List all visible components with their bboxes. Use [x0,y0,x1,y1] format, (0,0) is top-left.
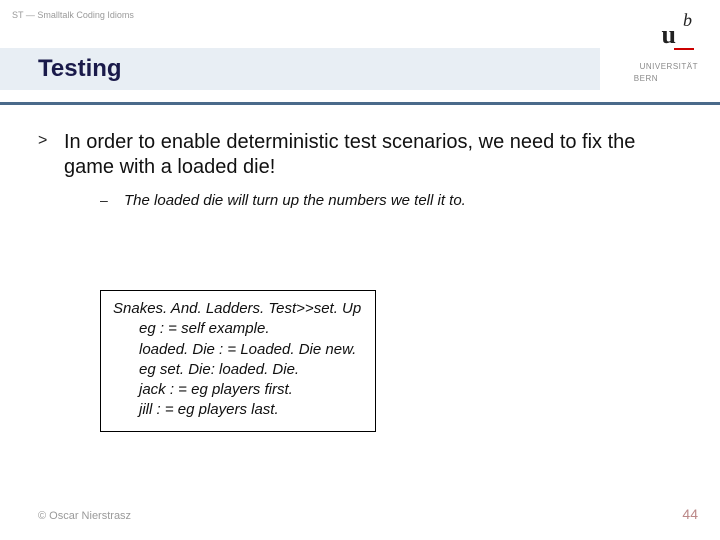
logo-text-universitat: UNIVERSITÄT [640,62,698,71]
logo-red-bar [674,48,694,50]
sub-bullet-text: The loaded die will turn up the numbers … [124,192,466,209]
code-line: eg : = self example. [113,319,361,339]
slide-body: > In order to enable deterministic test … [38,130,690,209]
slide-title: Testing [38,55,122,83]
bullet-marker: > [38,130,64,150]
logo-text-bern: BERN [634,74,658,83]
title-band: Testing [0,48,600,90]
bullet-text: In order to enable deterministic test sc… [64,130,690,180]
logo-letter-b: b [683,10,692,31]
code-line: jack : = eg players first. [113,380,361,400]
sub-bullet-marker: – [100,192,124,208]
main-bullet: > In order to enable deterministic test … [38,130,690,180]
code-snippet: Snakes. And. Ladders. Test>>set. Up eg :… [100,290,376,432]
code-line: jill : = eg players last. [113,400,361,420]
page-number: 44 [682,506,698,522]
logo-letter-u: u [662,20,676,50]
university-logo: b u UNIVERSITÄT BERN [600,0,720,105]
code-line: eg set. Die: loaded. Die. [113,360,361,380]
sub-bullet: – The loaded die will turn up the number… [100,192,690,209]
title-underline [0,102,720,105]
copyright: © Oscar Nierstrasz [38,510,131,522]
code-line: Snakes. And. Ladders. Test>>set. Up [113,299,361,319]
course-label: ST — Smalltalk Coding Idioms [12,10,134,20]
code-line: loaded. Die : = Loaded. Die new. [113,340,361,360]
